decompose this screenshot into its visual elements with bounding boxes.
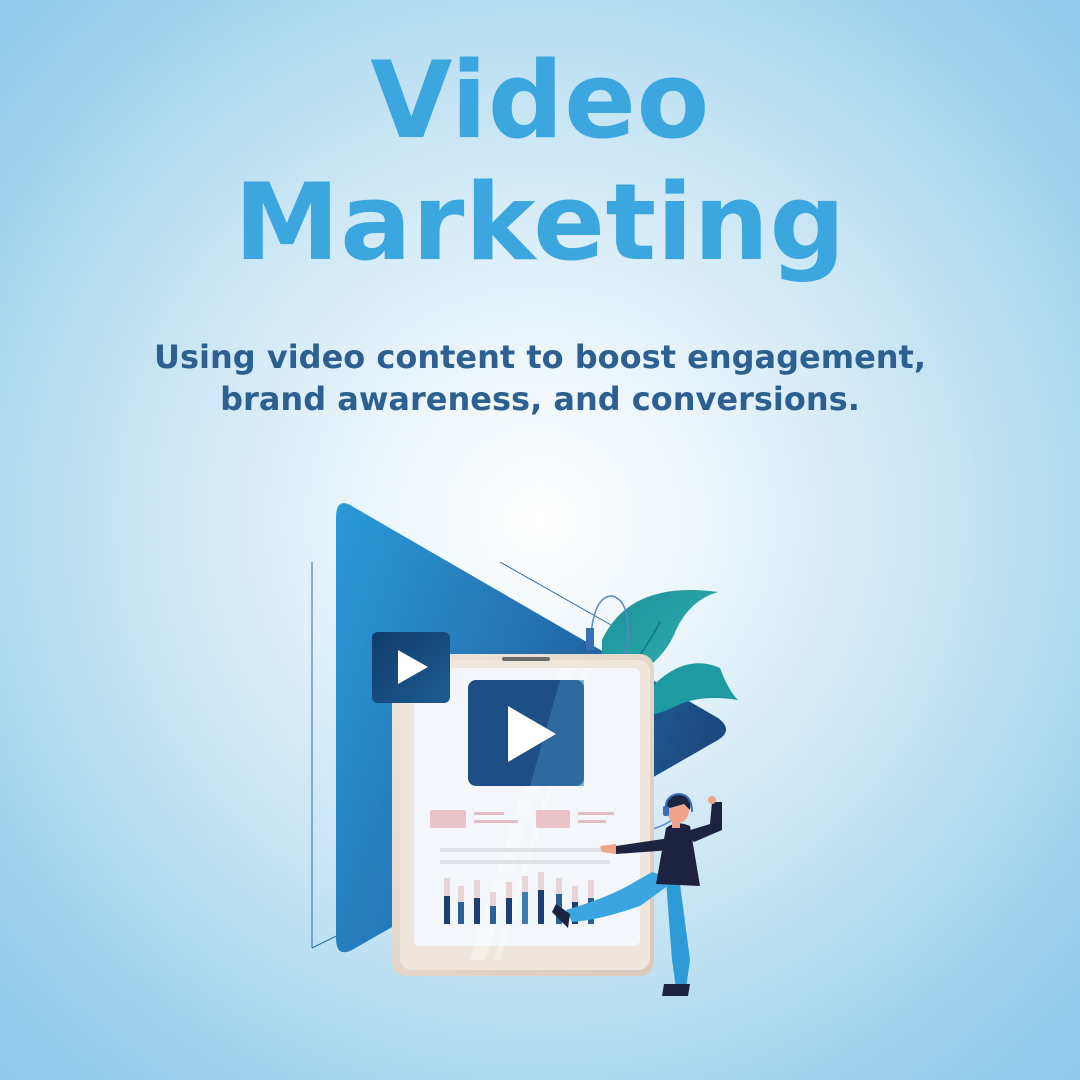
video-marketing-illustration [311,503,738,996]
tablet-play-button-icon [468,680,584,786]
page-title-line-2: Marketing [234,161,846,284]
subtitle-line-2: brand awareness, and conversions. [220,380,860,418]
small-play-button-icon [372,632,450,703]
subtitle-line-1: Using video content to boost engagement, [154,338,926,376]
page-title-line-1: Video [370,39,710,162]
